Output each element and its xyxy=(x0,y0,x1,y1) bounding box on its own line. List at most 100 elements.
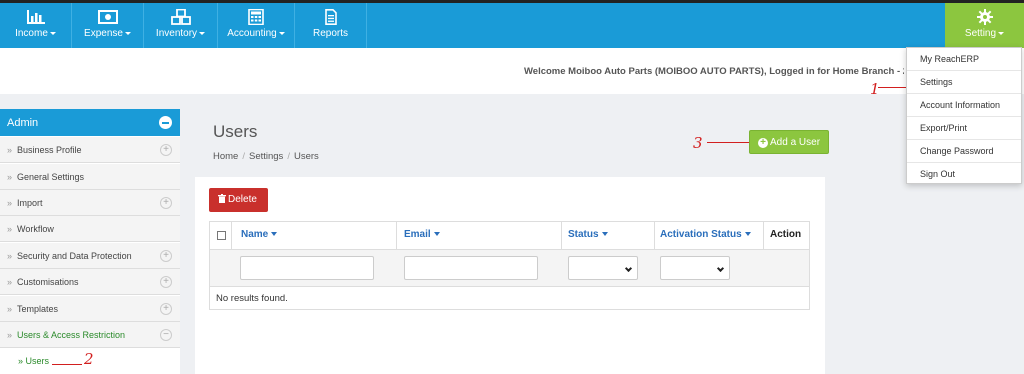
nav-accounting-label: Accounting xyxy=(227,28,277,39)
filter-row xyxy=(210,250,809,286)
sidebar-item-templates[interactable]: » Templates + xyxy=(0,296,180,322)
chevron-right-icon: » xyxy=(7,145,13,155)
column-header-status[interactable]: Status xyxy=(568,229,608,240)
setting-menu-button[interactable]: Setting xyxy=(945,3,1024,48)
expand-icon[interactable]: + xyxy=(160,144,172,156)
chevron-down-icon xyxy=(624,264,633,273)
caret-down-icon xyxy=(124,31,131,35)
chevron-right-icon: » xyxy=(7,224,13,234)
sidebar-item-workflow[interactable]: » Workflow xyxy=(0,216,180,242)
nav-reports-label: Reports xyxy=(312,28,348,39)
email-filter-input[interactable] xyxy=(404,256,538,280)
nav-expense-label: Expense xyxy=(84,28,123,39)
setting-dropdown-menu: My ReachERP Settings Account Information… xyxy=(906,47,1022,184)
collapse-icon[interactable] xyxy=(159,116,172,129)
column-header-activation-status[interactable]: Activation Status xyxy=(660,229,751,240)
delete-label: Delete xyxy=(228,194,257,205)
bar-chart-icon xyxy=(26,10,45,24)
menu-item-my-reacherp[interactable]: My ReachERP xyxy=(907,48,1021,71)
name-filter-input[interactable] xyxy=(240,256,374,280)
top-navbar: Income Expense Inventory Accounting Repo… xyxy=(0,0,1024,48)
sidebar-item-label: General Settings xyxy=(17,172,85,182)
status-filter-select[interactable] xyxy=(568,256,638,280)
breadcrumb-users: Users xyxy=(293,151,319,162)
menu-item-account-information[interactable]: Account Information xyxy=(907,94,1021,117)
welcome-text: Welcome Moiboo Auto Parts (MOIBOO AUTO P… xyxy=(524,66,904,77)
annotation-3: 3 xyxy=(693,134,703,152)
breadcrumb-home[interactable]: Home xyxy=(213,151,238,162)
chevron-right-icon: » xyxy=(18,356,26,366)
caret-down-icon xyxy=(199,31,206,35)
annotation-arrow xyxy=(878,87,906,88)
column-label: Email xyxy=(404,229,431,240)
banknote-icon xyxy=(97,10,118,24)
sidebar-item-label: Business Profile xyxy=(17,145,82,155)
sidebar-item-label: Security and Data Protection xyxy=(17,251,132,261)
sidebar-title: Admin xyxy=(7,117,39,129)
column-label: Status xyxy=(568,229,599,240)
menu-item-settings[interactable]: Settings xyxy=(907,71,1021,94)
sidebar-header[interactable]: Admin xyxy=(0,109,180,136)
trash-icon xyxy=(218,194,226,203)
column-label: Name xyxy=(241,229,269,240)
chevron-right-icon: » xyxy=(7,198,13,208)
sort-caret-icon xyxy=(433,232,440,237)
sidebar-item-general-settings[interactable]: » General Settings xyxy=(0,164,180,190)
sidebar-subitem-label: Users xyxy=(25,356,50,366)
sidebar-item-security[interactable]: » Security and Data Protection + xyxy=(0,243,180,269)
plus-circle-icon: + xyxy=(758,138,768,148)
nav-accounting[interactable]: Accounting xyxy=(218,3,295,48)
sidebar-item-label: Users & Access Restriction xyxy=(17,330,126,340)
menu-item-export-print[interactable]: Export/Print xyxy=(907,117,1021,140)
sidebar-item-business-profile[interactable]: » Business Profile + xyxy=(0,137,180,163)
empty-state-text: No results found. xyxy=(216,293,288,304)
annotation-2: 2 xyxy=(84,350,94,368)
sidebar-item-label: Templates xyxy=(17,304,59,314)
column-header-name[interactable]: Name xyxy=(241,229,278,240)
sort-caret-icon xyxy=(271,232,278,237)
chevron-right-icon: » xyxy=(7,277,13,287)
annotation-arrow xyxy=(52,364,82,365)
expand-icon[interactable]: + xyxy=(160,303,172,315)
nav-expense[interactable]: Expense xyxy=(72,3,144,48)
column-header-action: Action xyxy=(770,229,802,240)
document-icon xyxy=(324,9,337,25)
delete-button[interactable]: Delete xyxy=(209,188,268,212)
page-title: Users xyxy=(213,122,258,141)
sort-caret-icon xyxy=(744,232,751,237)
activation-status-filter-select[interactable] xyxy=(660,256,730,280)
cubes-icon xyxy=(170,9,191,25)
sidebar-item-customisations[interactable]: » Customisations + xyxy=(0,269,180,295)
column-header-email[interactable]: Email xyxy=(404,229,440,240)
chevron-down-icon xyxy=(716,264,725,273)
nav-inventory-label: Inventory xyxy=(155,28,198,39)
admin-sidebar: Admin » Business Profile + » General Setti… xyxy=(0,109,180,374)
add-user-button[interactable]: + Add a User xyxy=(749,130,829,154)
select-all-checkbox[interactable] xyxy=(217,231,226,240)
sort-caret-icon xyxy=(601,232,608,237)
annotation-1: 1 xyxy=(870,80,880,98)
expand-icon[interactable]: + xyxy=(160,197,172,209)
add-user-label: Add a User xyxy=(770,137,821,148)
nav-inventory[interactable]: Inventory xyxy=(144,3,218,48)
chevron-right-icon: » xyxy=(7,330,13,340)
nav-reports[interactable]: Reports xyxy=(295,3,367,48)
sidebar-item-import[interactable]: » Import + xyxy=(0,190,180,216)
expand-icon[interactable]: + xyxy=(160,276,172,288)
sidebar-item-label: Import xyxy=(17,198,43,208)
collapse-icon[interactable]: − xyxy=(160,329,172,341)
sidebar-item-users-access[interactable]: » Users & Access Restriction − xyxy=(0,322,180,348)
menu-item-sign-out[interactable]: Sign Out xyxy=(907,163,1021,186)
breadcrumb-settings[interactable]: Settings xyxy=(249,151,283,162)
nav-income[interactable]: Income xyxy=(0,3,72,48)
sidebar-item-label: Workflow xyxy=(17,224,54,234)
expand-icon[interactable]: + xyxy=(160,250,172,262)
users-table: Name Email Status Activation Status Acti… xyxy=(209,221,810,310)
caret-down-icon xyxy=(49,31,56,35)
column-label: Activation Status xyxy=(660,229,742,240)
annotation-arrow xyxy=(707,142,749,143)
caret-down-icon xyxy=(278,31,285,35)
setting-label: Setting xyxy=(964,28,997,39)
menu-item-change-password[interactable]: Change Password xyxy=(907,140,1021,163)
calculator-icon xyxy=(248,9,264,25)
